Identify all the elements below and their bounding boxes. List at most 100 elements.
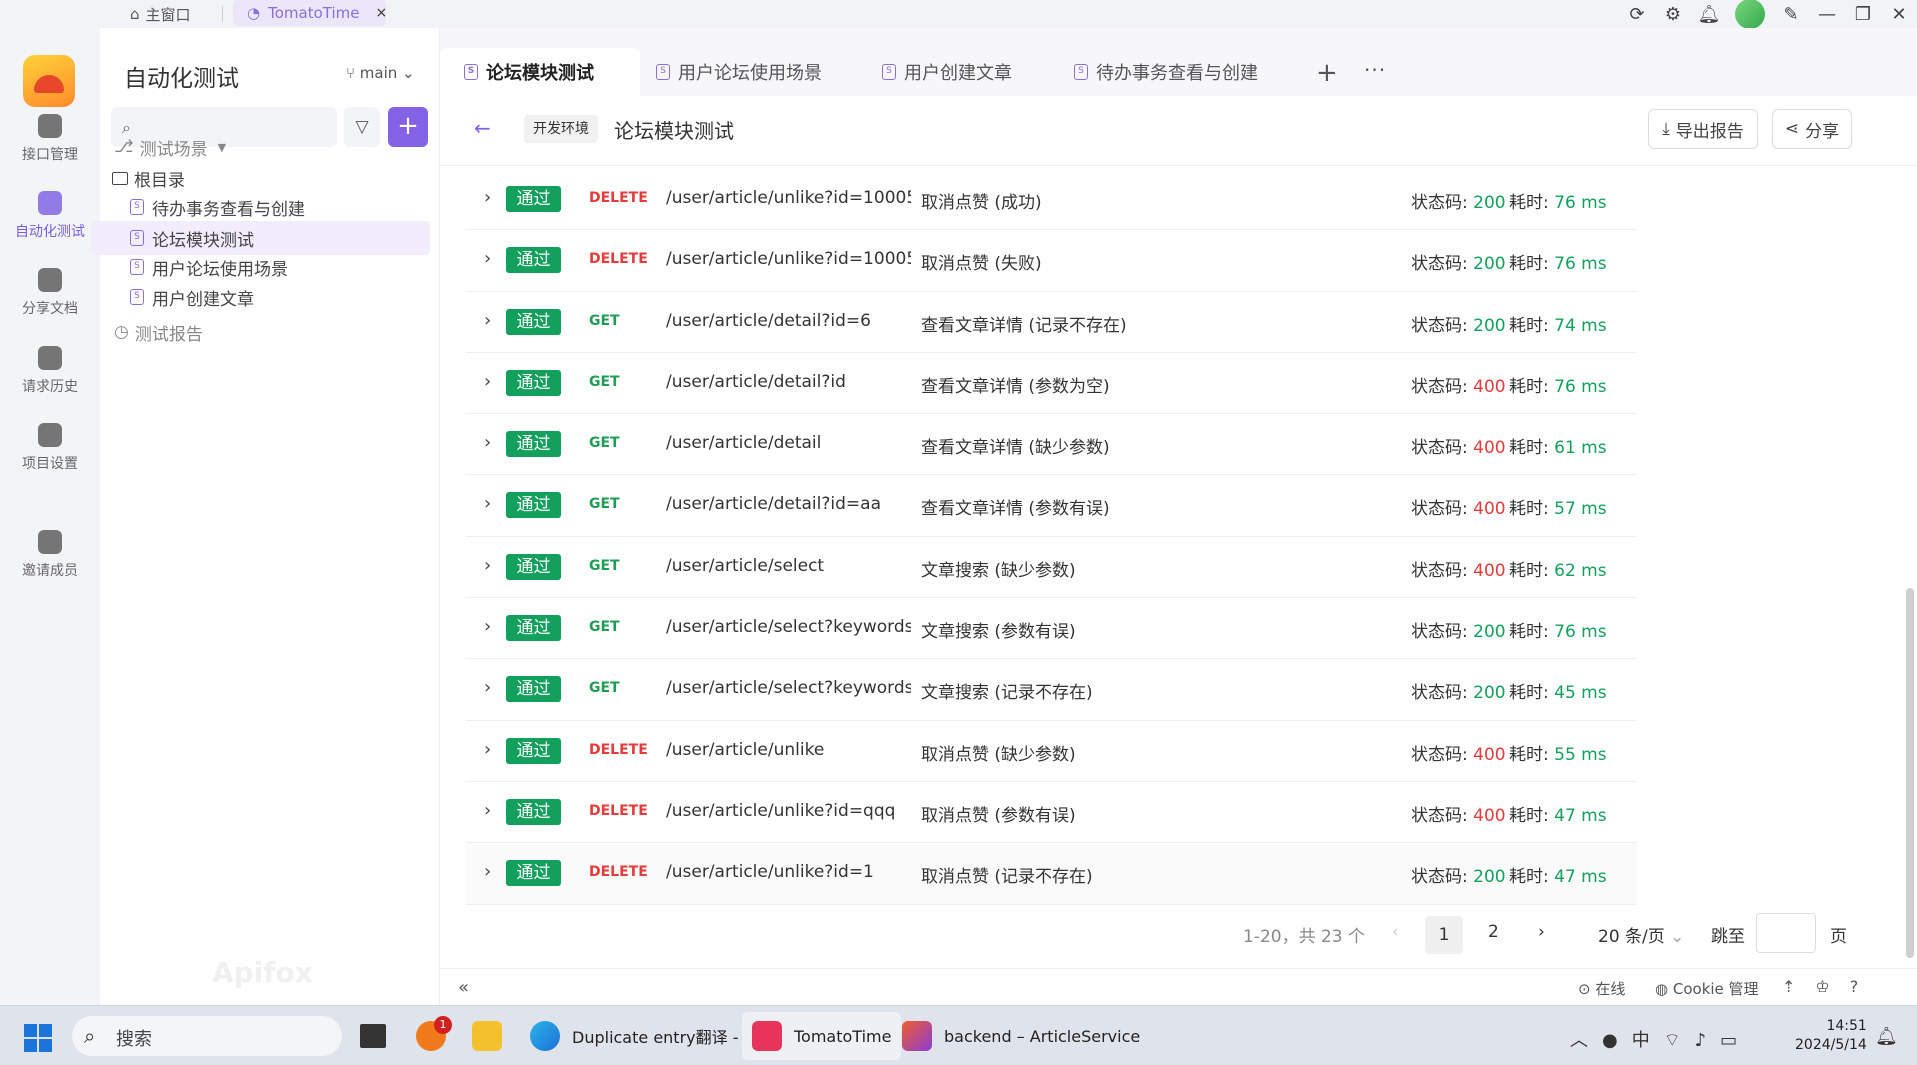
chevron-right-icon[interactable]: ›: [484, 861, 491, 882]
page-1-button[interactable]: 1: [1425, 916, 1463, 954]
chevron-right-icon[interactable]: ›: [484, 677, 491, 698]
chevron-right-icon[interactable]: ›: [484, 310, 491, 331]
back-arrow-icon[interactable]: ←: [474, 116, 491, 140]
result-row[interactable]: › 通过 DELETE/user/article/unlike?id=qqq 取消点赞…: [466, 781, 1637, 844]
result-row[interactable]: › 通过 DELETE/user/article/unlike?id=10005 取消…: [466, 169, 1637, 231]
tray-app-icon[interactable]: ●: [1602, 1030, 1632, 1051]
chevron-right-icon[interactable]: ›: [484, 493, 491, 514]
elapsed-time: 耗时: 62 ms: [1509, 556, 1607, 581]
chevron-right-icon[interactable]: ›: [484, 187, 491, 208]
taskbar-edge[interactable]: Duplicate entry翻译 - 搜: [520, 1012, 770, 1060]
rail-item-automation[interactable]: 自动化测试: [0, 191, 100, 241]
chevron-right-icon[interactable]: ›: [484, 555, 491, 576]
tree-scenarios[interactable]: ⎇ 测试场景 ▼: [114, 130, 226, 164]
close-tab-icon[interactable]: ×: [375, 5, 387, 21]
online-status[interactable]: ⊙ 在线: [1578, 978, 1625, 999]
result-row[interactable]: › 通过 GET/user/article/select?keywords=6666…: [466, 659, 1637, 721]
cookie-label: Cookie 管理: [1672, 980, 1759, 998]
result-row[interactable]: › 通过 GET/user/article/select?keywords 文章搜索 …: [466, 598, 1637, 660]
taskbar-app-orange[interactable]: 1: [406, 1012, 456, 1060]
result-row[interactable]: › 通过 GET/user/article/detail 查看文章详情 (缺少参数) 状…: [466, 414, 1637, 476]
windows-start-icon[interactable]: [24, 1024, 52, 1052]
gear-icon[interactable]: ⚙: [1655, 4, 1691, 25]
pin-icon[interactable]: ✎: [1773, 4, 1809, 25]
notification-bell-icon[interactable]: 🔔︎: [1875, 1026, 1898, 1047]
avatar[interactable]: [1735, 0, 1765, 29]
rail-item-settings[interactable]: 项目设置: [0, 423, 100, 473]
result-row[interactable]: › 通过 GET/user/article/detail?id=aa 查看文章详情 (…: [466, 475, 1637, 537]
elapsed-time: 耗时: 76 ms: [1509, 617, 1607, 642]
result-row[interactable]: › 通过 GET/user/article/detail?id 查看文章详情 (参数为…: [466, 352, 1637, 415]
status-value: 400: [1473, 376, 1506, 397]
mute-icon[interactable]: ♪: [1695, 1030, 1721, 1051]
tree-item-create-article[interactable]: S 用户创建文章: [130, 280, 254, 314]
next-page-icon[interactable]: ›: [1538, 922, 1545, 942]
rail-item-invite[interactable]: 邀请成员: [0, 530, 100, 580]
rail-item-share-doc[interactable]: 分享文档: [0, 268, 100, 318]
close-window-icon[interactable]: ✕: [1881, 4, 1917, 25]
scenario-file-icon: S: [1074, 64, 1088, 80]
result-row[interactable]: › 通过 GET/user/article/select 文章搜索 (缺少参数) 状态码…: [466, 536, 1637, 599]
page-size-select[interactable]: 20 条/页 ⌄: [1598, 922, 1684, 947]
page-2-button[interactable]: 2: [1488, 922, 1499, 942]
minimize-icon[interactable]: —: [1809, 4, 1845, 25]
rail-item-api[interactable]: 接口管理: [0, 114, 100, 164]
tab-label: 用户创建文章: [904, 63, 1012, 84]
rail-item-history[interactable]: 请求历史: [0, 346, 100, 396]
branch-selector[interactable]: ⑂ main ⌄: [346, 64, 415, 82]
tree-item-user-forum[interactable]: S 用户论坛使用场景: [130, 250, 288, 284]
clock[interactable]: 14:51 2024/5/14: [1795, 1017, 1867, 1055]
upload-icon[interactable]: ⇡: [1782, 977, 1815, 996]
shirt-icon[interactable]: ♔: [1815, 977, 1849, 996]
chevron-right-icon[interactable]: ›: [484, 616, 491, 637]
chevron-right-icon[interactable]: ›: [484, 371, 491, 392]
http-method: DELETE: [589, 190, 648, 206]
taskbar-search[interactable]: [72, 1016, 342, 1056]
notification-badge: 1: [434, 1016, 452, 1034]
jump-page-input[interactable]: [1756, 913, 1816, 953]
sync-icon[interactable]: ⟳: [1619, 4, 1655, 25]
home-window-tab[interactable]: ⌂ 主窗口: [130, 2, 191, 26]
tab-user-forum[interactable]: S 用户论坛使用场景: [640, 48, 830, 96]
new-tab-plus-icon[interactable]: +: [1316, 58, 1338, 88]
wifi-icon[interactable]: ⌔: [1664, 1030, 1695, 1051]
battery-icon[interactable]: ▭: [1720, 1030, 1751, 1051]
taskbar-idea[interactable]: backend – ArticleService: [892, 1012, 1150, 1060]
tree-label: 根目录: [134, 170, 185, 191]
chevron-right-icon[interactable]: ›: [484, 248, 491, 269]
taskbar-desktop[interactable]: [350, 1012, 396, 1060]
app-window-tab[interactable]: ◔ TomatoTime ×: [233, 0, 387, 26]
tab-forum[interactable]: S 论坛模块测试: [440, 48, 640, 96]
taskbar-tomatotime[interactable]: TomatoTime: [742, 1012, 902, 1060]
tree-item-todo[interactable]: S 待办事务查看与创建: [130, 190, 410, 224]
request-path: /user/article/detail?id: [666, 371, 846, 392]
more-icon[interactable]: ···: [1364, 58, 1386, 82]
filter-button[interactable]: ▽: [344, 107, 380, 147]
os-taskbar: ⌕ 搜索 1 Duplicate entry翻译 - 搜 TomatoTime …: [0, 1005, 1917, 1065]
restore-icon[interactable]: ❐: [1845, 4, 1881, 25]
taskbar-explorer[interactable]: [462, 1012, 512, 1060]
bell-icon[interactable]: 🔔︎: [1691, 4, 1727, 25]
ime-indicator[interactable]: 中: [1632, 1030, 1664, 1051]
result-row[interactable]: › 通过 DELETE/user/article/unlike 取消点赞 (缺少参数)…: [466, 720, 1637, 782]
chevron-right-icon[interactable]: ›: [484, 739, 491, 760]
prev-page-icon[interactable]: ‹: [1392, 922, 1399, 942]
chevron-up-icon[interactable]: ︿: [1570, 1030, 1602, 1051]
tree-reports[interactable]: ◷ 测试报告: [114, 315, 203, 349]
add-button[interactable]: +: [388, 107, 428, 147]
status-prefix: 状态码:: [1411, 622, 1474, 643]
cookie-manager[interactable]: ◍ Cookie 管理: [1655, 978, 1759, 999]
share-button[interactable]: ⋖ 分享: [1772, 109, 1852, 149]
chevron-right-icon[interactable]: ›: [484, 432, 491, 453]
result-row[interactable]: › 通过 DELETE/user/article/unlike?id=10005 取消…: [466, 230, 1637, 292]
tab-todo[interactable]: S 待办事务查看与创建: [1058, 48, 1258, 96]
result-row[interactable]: › 通过 DELETE/user/article/unlike?id=1 取消点赞 (…: [466, 843, 1637, 905]
collapse-sidebar-icon[interactable]: «: [458, 977, 469, 998]
result-row[interactable]: › 通过 GET/user/article/detail?id=6 查看文章详情 (记…: [466, 291, 1637, 353]
intellij-icon: [902, 1021, 932, 1051]
tab-create-article[interactable]: S 用户创建文章: [866, 48, 1036, 96]
chevron-right-icon[interactable]: ›: [484, 800, 491, 821]
export-report-button[interactable]: ⤓ 导出报告: [1648, 109, 1758, 149]
help-icon[interactable]: ?: [1850, 977, 1879, 996]
scrollbar[interactable]: [1906, 588, 1914, 958]
